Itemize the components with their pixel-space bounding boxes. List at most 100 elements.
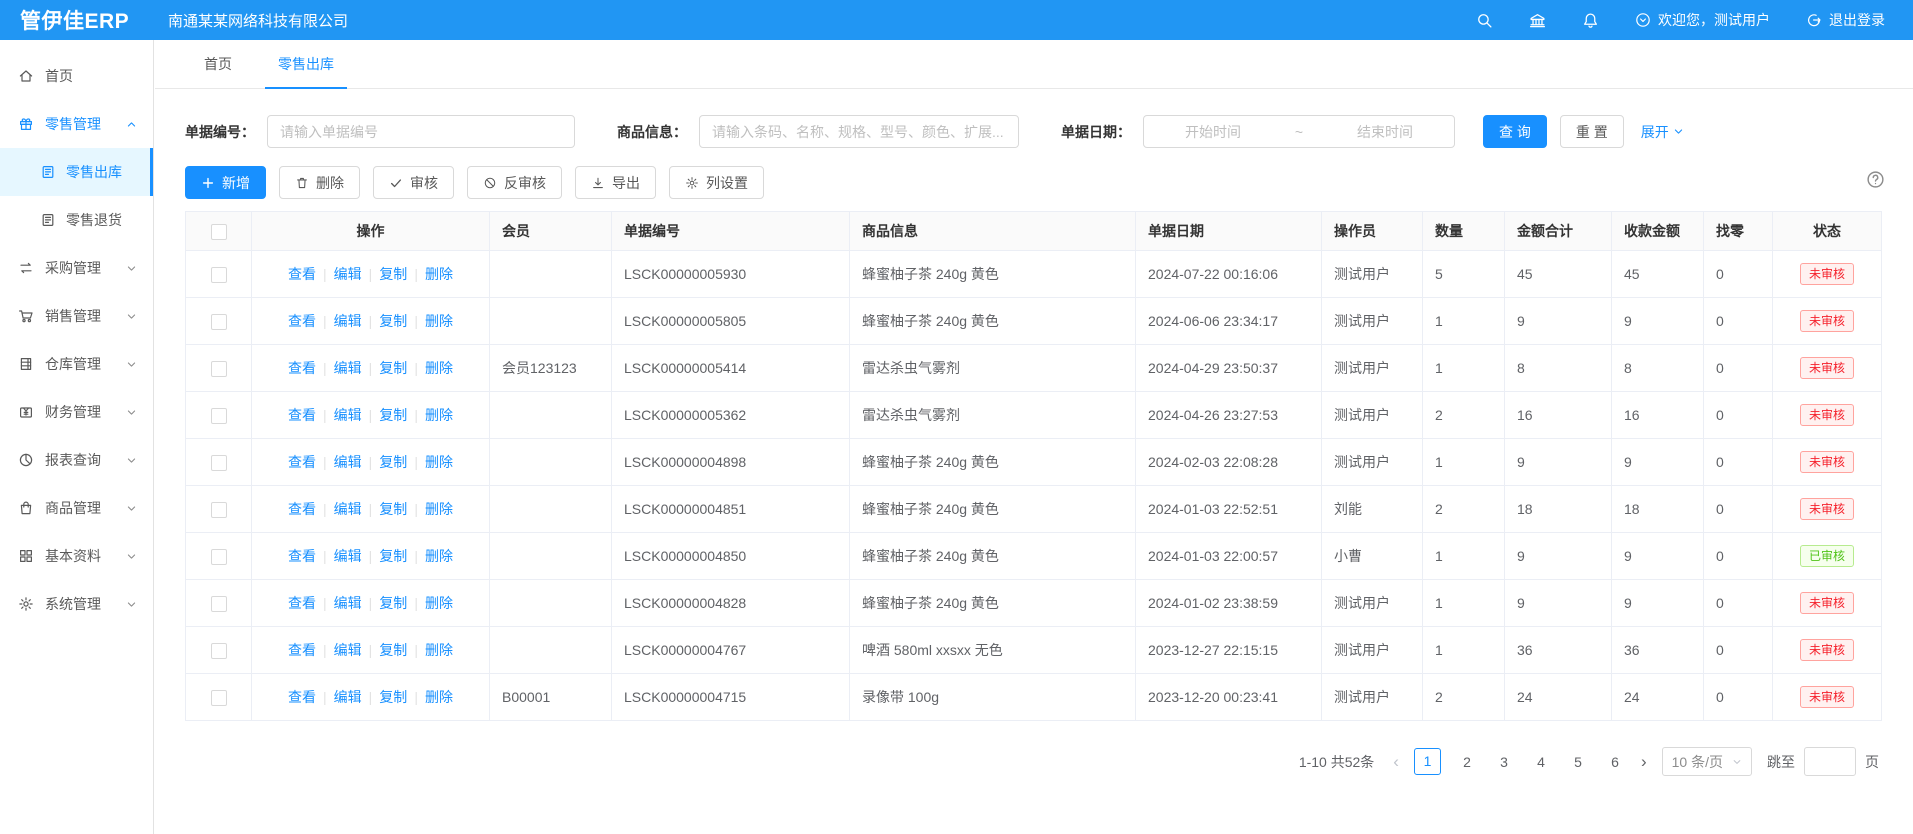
sidebar-item-home[interactable]: 首页 bbox=[0, 52, 153, 100]
action-copy-link[interactable]: 复制 bbox=[379, 266, 407, 282]
action-delete-link[interactable]: 删除 bbox=[425, 360, 453, 376]
action-view-link[interactable]: 查看 bbox=[288, 266, 316, 282]
logout-button[interactable]: 退出登录 bbox=[1806, 10, 1885, 30]
tab-home[interactable]: 首页 bbox=[201, 40, 235, 88]
action-copy-link[interactable]: 复制 bbox=[379, 595, 407, 611]
sidebar-item-basic-data[interactable]: 基本资料 bbox=[0, 532, 153, 580]
unaudit-button[interactable]: 反审核 bbox=[467, 166, 562, 199]
row-checkbox[interactable] bbox=[211, 502, 227, 518]
export-button[interactable]: 导出 bbox=[575, 166, 656, 199]
sidebar-item-purchase[interactable]: 采购管理 bbox=[0, 244, 153, 292]
row-checkbox[interactable] bbox=[211, 549, 227, 565]
action-edit-link[interactable]: 编辑 bbox=[334, 360, 362, 376]
date-range-picker[interactable]: 开始时间 ~ 结束时间 bbox=[1143, 115, 1455, 148]
action-copy-link[interactable]: 复制 bbox=[379, 313, 407, 329]
action-edit-link[interactable]: 编辑 bbox=[334, 689, 362, 705]
product-input[interactable] bbox=[699, 115, 1019, 148]
action-delete-link[interactable]: 删除 bbox=[425, 313, 453, 329]
sidebar-item-retail-outbound[interactable]: 零售出库 bbox=[0, 148, 153, 196]
page-4-button[interactable]: 4 bbox=[1530, 754, 1552, 770]
logout-label: 退出登录 bbox=[1829, 10, 1885, 30]
action-delete-link[interactable]: 删除 bbox=[425, 407, 453, 423]
action-delete-link[interactable]: 删除 bbox=[425, 595, 453, 611]
reset-button[interactable]: 重 置 bbox=[1560, 115, 1624, 148]
jump-page-input[interactable] bbox=[1804, 747, 1856, 776]
action-copy-link[interactable]: 复制 bbox=[379, 548, 407, 564]
bell-icon[interactable] bbox=[1582, 12, 1599, 29]
action-view-link[interactable]: 查看 bbox=[288, 548, 316, 564]
table-body: 查看|编辑|复制|删除LSCK00000005930蜂蜜柚子茶 240g 黄色2… bbox=[186, 251, 1882, 721]
column-settings-button[interactable]: 列设置 bbox=[669, 166, 764, 199]
action-delete-link[interactable]: 删除 bbox=[425, 501, 453, 517]
action-copy-link[interactable]: 复制 bbox=[379, 360, 407, 376]
action-edit-link[interactable]: 编辑 bbox=[334, 313, 362, 329]
sidebar-item-report[interactable]: 报表查询 bbox=[0, 436, 153, 484]
action-view-link[interactable]: 查看 bbox=[288, 360, 316, 376]
action-view-link[interactable]: 查看 bbox=[288, 501, 316, 517]
cell-received: 9 bbox=[1612, 439, 1704, 486]
search-icon[interactable] bbox=[1476, 12, 1493, 29]
sidebar-item-sales[interactable]: 销售管理 bbox=[0, 292, 153, 340]
action-edit-link[interactable]: 编辑 bbox=[334, 266, 362, 282]
page-2-button[interactable]: 2 bbox=[1456, 754, 1478, 770]
page-3-button[interactable]: 3 bbox=[1493, 754, 1515, 770]
action-view-link[interactable]: 查看 bbox=[288, 689, 316, 705]
action-delete-link[interactable]: 删除 bbox=[425, 454, 453, 470]
sidebar-item-warehouse[interactable]: 仓库管理 bbox=[0, 340, 153, 388]
row-checkbox[interactable] bbox=[211, 314, 227, 330]
select-all-checkbox[interactable] bbox=[211, 224, 227, 240]
next-page-button[interactable]: › bbox=[1641, 753, 1647, 770]
page-size-select[interactable]: 10 条/页 bbox=[1662, 747, 1752, 776]
page-5-button[interactable]: 5 bbox=[1567, 754, 1589, 770]
audit-button[interactable]: 审核 bbox=[373, 166, 454, 199]
action-copy-link[interactable]: 复制 bbox=[379, 454, 407, 470]
tab-retail-outbound[interactable]: 零售出库 bbox=[275, 40, 337, 88]
row-checkbox[interactable] bbox=[211, 455, 227, 471]
sidebar-item-goods[interactable]: 商品管理 bbox=[0, 484, 153, 532]
row-checkbox[interactable] bbox=[211, 690, 227, 706]
action-edit-link[interactable]: 编辑 bbox=[334, 501, 362, 517]
row-checkbox[interactable] bbox=[211, 267, 227, 283]
row-checkbox[interactable] bbox=[211, 596, 227, 612]
action-copy-link[interactable]: 复制 bbox=[379, 689, 407, 705]
sidebar-item-system[interactable]: 系统管理 bbox=[0, 580, 153, 628]
prev-page-button[interactable]: ‹ bbox=[1393, 753, 1399, 770]
delete-button[interactable]: 删除 bbox=[279, 166, 360, 199]
page-6-button[interactable]: 6 bbox=[1604, 754, 1626, 770]
action-separator: | bbox=[369, 501, 373, 517]
action-copy-link[interactable]: 复制 bbox=[379, 642, 407, 658]
row-checkbox[interactable] bbox=[211, 361, 227, 377]
action-view-link[interactable]: 查看 bbox=[288, 313, 316, 329]
order-no-input[interactable] bbox=[267, 115, 575, 148]
cell-select bbox=[186, 486, 252, 533]
row-checkbox[interactable] bbox=[211, 643, 227, 659]
question-circle-icon[interactable] bbox=[1866, 170, 1885, 189]
action-delete-link[interactable]: 删除 bbox=[425, 689, 453, 705]
action-view-link[interactable]: 查看 bbox=[288, 642, 316, 658]
page-1-button[interactable]: 1 bbox=[1414, 748, 1441, 775]
action-copy-link[interactable]: 复制 bbox=[379, 501, 407, 517]
sidebar-item-retail[interactable]: 零售管理 bbox=[0, 100, 153, 148]
action-delete-link[interactable]: 删除 bbox=[425, 266, 453, 282]
action-view-link[interactable]: 查看 bbox=[288, 407, 316, 423]
search-button[interactable]: 查 询 bbox=[1483, 115, 1547, 148]
expand-link[interactable]: 展开 bbox=[1641, 122, 1684, 142]
action-view-link[interactable]: 查看 bbox=[288, 595, 316, 611]
cell-received: 18 bbox=[1612, 486, 1704, 533]
action-view-link[interactable]: 查看 bbox=[288, 454, 316, 470]
action-delete-link[interactable]: 删除 bbox=[425, 548, 453, 564]
action-copy-link[interactable]: 复制 bbox=[379, 407, 407, 423]
action-edit-link[interactable]: 编辑 bbox=[334, 595, 362, 611]
status-badge: 未审核 bbox=[1800, 592, 1854, 614]
add-button[interactable]: 新增 bbox=[185, 166, 266, 199]
sidebar-item-finance[interactable]: 财务管理 bbox=[0, 388, 153, 436]
action-edit-link[interactable]: 编辑 bbox=[334, 642, 362, 658]
user-menu[interactable]: 欢迎您，测试用户 bbox=[1635, 10, 1770, 30]
row-checkbox[interactable] bbox=[211, 408, 227, 424]
action-edit-link[interactable]: 编辑 bbox=[334, 548, 362, 564]
action-edit-link[interactable]: 编辑 bbox=[334, 454, 362, 470]
sidebar-item-retail-return[interactable]: 零售退货 bbox=[0, 196, 153, 244]
action-delete-link[interactable]: 删除 bbox=[425, 642, 453, 658]
action-edit-link[interactable]: 编辑 bbox=[334, 407, 362, 423]
bank-icon[interactable] bbox=[1529, 12, 1546, 29]
